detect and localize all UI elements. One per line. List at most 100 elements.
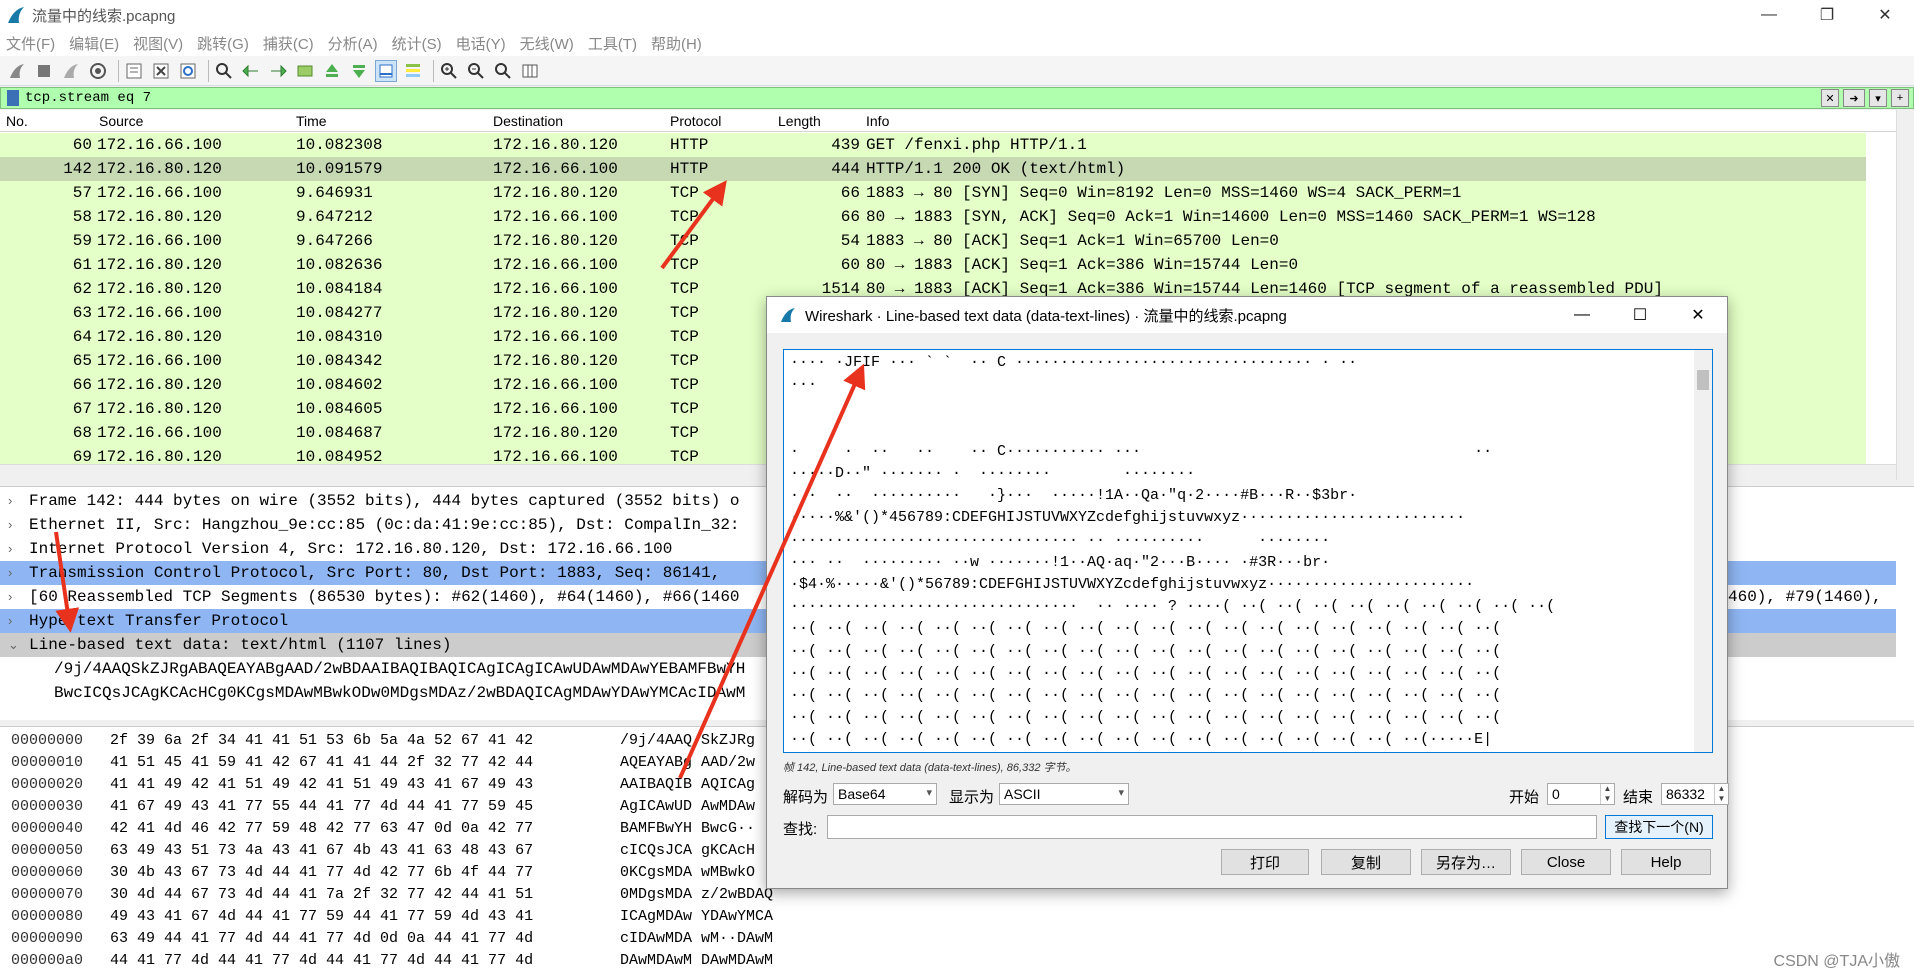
cell-source: 172.16.80.120 (97, 256, 222, 274)
packet-row[interactable]: 57 172.16.66.100 9.646931 172.16.80.120 TCP 6… (0, 181, 1866, 205)
normal-size-icon[interactable] (492, 60, 514, 82)
bookmark-icon[interactable] (7, 90, 19, 106)
expand-arrow-icon[interactable]: › (8, 541, 12, 556)
menu-wireless[interactable]: 无线(W) (520, 33, 574, 54)
save-as-button[interactable]: 另存为… (1421, 849, 1511, 875)
find-next-button[interactable]: 查找下一个(N) (1605, 815, 1713, 839)
add-filter-icon[interactable]: + (1891, 89, 1909, 107)
go-forward-icon[interactable] (267, 60, 289, 82)
first-packet-icon[interactable] (321, 60, 343, 82)
bytes-hex: 30 4b 43 67 73 4d 44 41 77 4d 42 77 6b 4… (110, 864, 534, 881)
capture-options-icon[interactable] (87, 60, 109, 82)
text-line: ··( ··( ··( ··( ··( ··( ··( ··( ··( ··( … (790, 687, 1502, 704)
dialog-text-vscroll[interactable] (1694, 350, 1712, 752)
menu-view[interactable]: 视图(V) (133, 33, 183, 54)
open-file-icon[interactable] (123, 60, 145, 82)
last-packet-icon[interactable] (348, 60, 370, 82)
menu-statistics[interactable]: 统计(S) (392, 33, 442, 54)
dialog-text-view[interactable]: ···· ·JFIF ··· ` ` ·· C ················… (783, 349, 1713, 753)
bytes-hex: 42 41 4d 46 42 77 59 48 42 77 63 47 0d 0… (110, 820, 534, 837)
col-destination[interactable]: Destination (493, 113, 563, 129)
start-capture-icon[interactable] (6, 60, 28, 82)
close-icon[interactable]: ✕ (1856, 0, 1914, 30)
show-as-select[interactable]: ASCII ▾ (999, 783, 1129, 805)
menu-file[interactable]: 文件(F) (6, 33, 55, 54)
expand-arrow-icon[interactable]: › (8, 589, 12, 604)
menu-go[interactable]: 跳转(G) (197, 33, 249, 54)
cell-protocol: TCP (670, 376, 699, 394)
bytes-ascii: BAMFBwYH BwcG·· (620, 820, 756, 837)
col-no[interactable]: No. (6, 113, 28, 129)
packet-row[interactable]: 61 172.16.80.120 10.082636 172.16.66.100 TCP… (0, 253, 1866, 277)
filter-dropdown-icon[interactable]: ▾ (1869, 89, 1887, 107)
apply-filter-icon[interactable]: ➜ (1843, 89, 1865, 107)
display-filter-input[interactable]: tcp.stream eq 7 (25, 90, 151, 106)
packet-list-header: No. Source Time Destination Protocol Len… (0, 110, 1896, 132)
expand-arrow-icon[interactable]: › (8, 613, 12, 628)
packet-row[interactable]: 59 172.16.66.100 9.647266 172.16.80.120 TCP 5… (0, 229, 1866, 253)
packet-row[interactable]: 142 172.16.80.120 10.091579 172.16.66.100 HT… (0, 157, 1866, 181)
clear-filter-icon[interactable]: ✕ (1821, 89, 1839, 107)
cell-protocol: TCP (670, 400, 699, 418)
find-packet-icon[interactable] (213, 60, 235, 82)
col-length[interactable]: Length (778, 113, 821, 129)
minimize-icon[interactable]: — (1553, 297, 1611, 333)
find-input[interactable] (827, 815, 1597, 839)
dialog-title: Wireshark · Line-based text data (data-t… (805, 307, 1287, 325)
packet-row[interactable]: 60 172.16.66.100 10.082308 172.16.80.120 HTT… (0, 133, 1866, 157)
col-time[interactable]: Time (296, 113, 327, 129)
close-button[interactable]: Close (1521, 849, 1611, 875)
col-info[interactable]: Info (866, 113, 889, 129)
col-source[interactable]: Source (99, 113, 143, 129)
zoom-out-icon[interactable] (465, 60, 487, 82)
cell-source: 172.16.80.120 (97, 208, 222, 226)
resize-columns-icon[interactable] (519, 60, 541, 82)
col-protocol[interactable]: Protocol (670, 113, 721, 129)
expand-arrow-icon[interactable]: › (8, 517, 12, 532)
cell-source: 172.16.66.100 (97, 184, 222, 202)
zoom-in-icon[interactable] (438, 60, 460, 82)
stop-capture-icon[interactable] (33, 60, 55, 82)
detail-text: Internet Protocol Version 4, Src: 172.16… (29, 540, 673, 558)
decode-as-select[interactable]: Base64 ▾ (833, 783, 937, 805)
go-back-icon[interactable] (240, 60, 262, 82)
bytes-ascii: 0MDgsMDA z/2wBDAQ (620, 886, 774, 903)
bytes-ascii: AQEAYABg AAD/2w (620, 754, 756, 771)
cell-destination: 172.16.80.120 (493, 424, 618, 442)
expand-arrow-icon[interactable]: › (8, 493, 12, 508)
copy-button[interactable]: 复制 (1321, 849, 1411, 875)
cell-time: 10.082308 (296, 136, 383, 154)
packet-row[interactable]: 58 172.16.80.120 9.647212 172.16.66.100 TCP 6… (0, 205, 1866, 229)
menu-capture[interactable]: 捕获(C) (263, 33, 314, 54)
packet-list-vscroll[interactable] (1896, 110, 1914, 480)
restart-capture-icon[interactable] (60, 60, 82, 82)
end-spinbox[interactable]: 86332 ▲ ▼ (1661, 783, 1729, 805)
restore-icon[interactable]: ❐ (1798, 0, 1856, 30)
go-to-packet-icon[interactable] (294, 60, 316, 82)
print-button[interactable]: 打印 (1221, 849, 1309, 875)
cell-info: 80 → 1883 [ACK] Seq=1 Ack=386 Win=15744 … (866, 256, 1299, 274)
colorize-icon[interactable] (402, 60, 424, 82)
autoscroll-icon[interactable] (375, 59, 397, 82)
menu-edit[interactable]: 编辑(E) (69, 33, 119, 54)
menu-tools[interactable]: 工具(T) (588, 33, 637, 54)
close-file-icon[interactable] (150, 60, 172, 82)
help-button[interactable]: Help (1621, 849, 1711, 875)
start-spinbox[interactable]: 0 ▲ ▼ (1547, 783, 1615, 805)
menu-telephony[interactable]: 电话(Y) (456, 33, 506, 54)
bytes-offset: 000000a0 (11, 952, 84, 969)
reload-icon[interactable] (177, 60, 199, 82)
cell-no: 58 (72, 208, 92, 226)
cell-info: 80 → 1883 [SYN, ACK] Seq=0 Ack=1 Win=146… (866, 208, 1596, 226)
expand-arrow-icon[interactable]: ⌄ (8, 637, 19, 653)
close-icon[interactable]: ✕ (1669, 297, 1727, 333)
menu-help[interactable]: 帮助(H) (651, 33, 702, 54)
detail-text-tail: 460), #79(1460), (1728, 588, 1882, 606)
maximize-icon[interactable]: ☐ (1611, 297, 1669, 333)
cell-time: 10.091579 (296, 160, 383, 178)
cell-length: 439 (831, 136, 860, 154)
menu-analyze[interactable]: 分析(A) (328, 33, 378, 54)
expand-arrow-icon[interactable]: › (8, 565, 12, 580)
cell-destination: 172.16.80.120 (493, 304, 618, 322)
minimize-icon[interactable]: — (1740, 0, 1798, 30)
